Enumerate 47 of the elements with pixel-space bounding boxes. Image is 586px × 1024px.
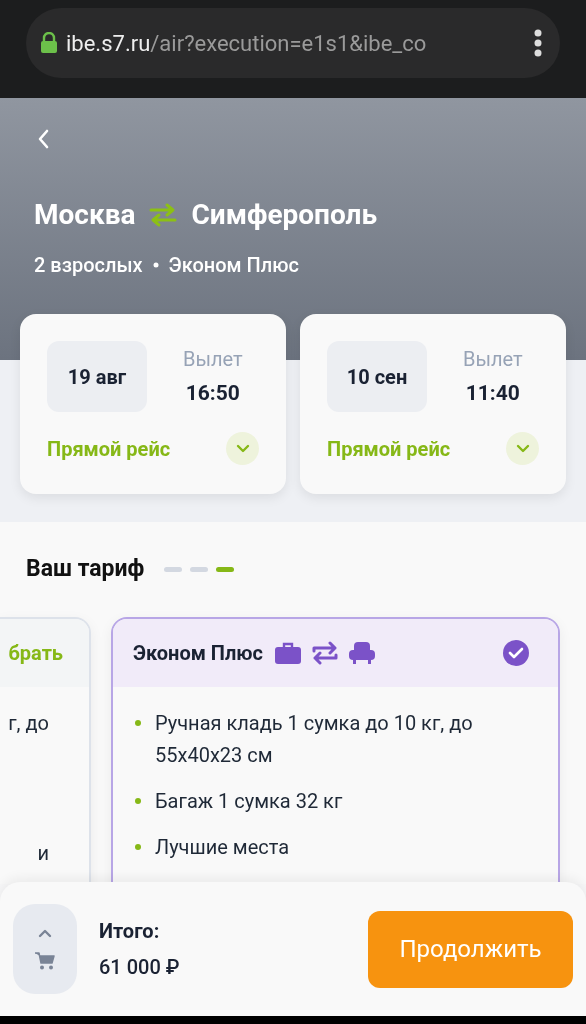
swap-arrows-icon	[149, 202, 178, 228]
feature-text: г, до	[8, 709, 49, 737]
flight-type-text: Прямой рейс	[327, 435, 451, 463]
feature-text: Ручная кладь 1 сумка до 10 кг, до 55x40x23 см	[155, 709, 474, 769]
chevron-up-icon	[38, 928, 52, 938]
departure-label: Вылет	[183, 345, 243, 373]
passengers-text: 2 взрослых	[34, 252, 143, 279]
cart-toggle-button[interactable]	[13, 904, 77, 994]
fare-card[interactable]: брать г, до и	[0, 616, 91, 884]
address-bar[interactable]: ibe.s7.ru/air?execution=e1s1&ibe_co	[26, 8, 560, 78]
feature-text: Лучшие места	[155, 833, 290, 861]
expand-button[interactable]	[506, 432, 539, 465]
feature-text: Багаж 1 сумка 32 кг	[155, 787, 343, 815]
url-text: ibe.s7.ru/air?execution=e1s1&ibe_co	[66, 29, 428, 58]
tariff-title: Ваш тариф	[26, 554, 145, 584]
flight-card[interactable]: 19 авг Вылет 16:50 Прямой рейс	[20, 314, 286, 494]
feature-text: и	[37, 839, 49, 867]
date-badge: 19 авг	[47, 341, 147, 412]
departure-label: Вылет	[463, 345, 523, 373]
chevron-down-icon	[515, 443, 530, 454]
suitcase-icon	[274, 641, 301, 664]
more-icon[interactable]	[534, 29, 542, 57]
fare-class-text: Эконом Плюс	[168, 252, 299, 279]
bullet-icon	[135, 843, 141, 850]
date-badge: 10 сен	[327, 341, 427, 412]
back-icon[interactable]	[36, 128, 50, 150]
lock-icon	[40, 32, 58, 54]
fare-card[interactable]: Эконом Плюс Ручная кладь 1 сумка до 10 кг, до 55x40x23 см Багаж 1 сумка 32 кг Лучшие места	[111, 616, 560, 884]
flight-card[interactable]: 10 сен Вылет 11:40 Прямой рейс	[300, 314, 566, 494]
cart-icon	[35, 952, 55, 970]
fare-name: Эконом Плюс	[133, 639, 263, 667]
fare-name: брать	[8, 639, 63, 667]
total-price: 61 000 ₽	[99, 954, 180, 981]
destination-city: Симферополь	[191, 197, 378, 233]
departure-time: 16:50	[185, 379, 240, 407]
exchange-arrows-icon	[310, 640, 339, 665]
departure-time: 11:40	[465, 379, 520, 407]
bullet-icon	[135, 719, 141, 726]
bullet-icon	[135, 797, 141, 804]
chevron-down-icon	[235, 443, 250, 454]
total-label: Итого:	[99, 918, 161, 945]
check-icon	[502, 638, 530, 667]
expand-button[interactable]	[226, 432, 259, 465]
dot-separator-icon	[152, 262, 159, 268]
flight-type-text: Прямой рейс	[47, 435, 171, 463]
armchair-icon	[348, 641, 375, 664]
origin-city: Москва	[34, 197, 136, 233]
